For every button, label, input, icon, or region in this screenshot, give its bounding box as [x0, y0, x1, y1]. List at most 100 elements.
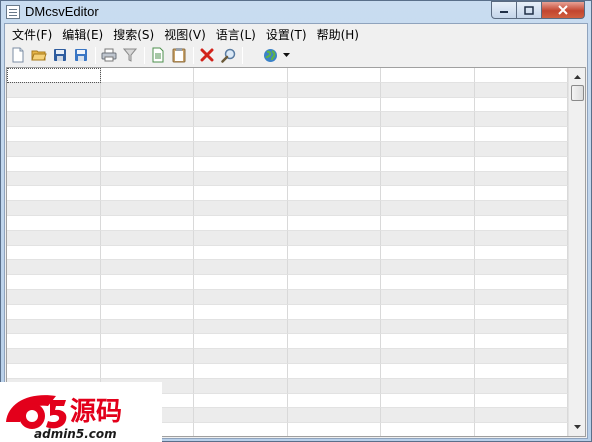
- table-cell[interactable]: [474, 97, 568, 113]
- find-button[interactable]: [218, 45, 238, 65]
- table-row[interactable]: [7, 82, 569, 98]
- table-cell[interactable]: [7, 275, 101, 290]
- table-cell[interactable]: [287, 97, 381, 113]
- table-cell[interactable]: [100, 201, 194, 216]
- menu-settings[interactable]: 设置(T): [261, 26, 312, 43]
- table-cell[interactable]: [7, 363, 101, 379]
- table-cell[interactable]: [7, 304, 101, 320]
- table-cell[interactable]: [7, 68, 101, 83]
- table-row[interactable]: [7, 215, 569, 231]
- table-cell[interactable]: [194, 393, 288, 409]
- table-cell[interactable]: [194, 319, 288, 335]
- table-cell[interactable]: [287, 171, 381, 187]
- table-cell[interactable]: [7, 97, 101, 113]
- table-cell[interactable]: [381, 363, 475, 379]
- save-button[interactable]: [50, 45, 70, 65]
- table-cell[interactable]: [381, 245, 475, 261]
- scroll-down-button[interactable]: [569, 419, 585, 436]
- table-cell[interactable]: [194, 245, 288, 261]
- table-cell[interactable]: [474, 363, 568, 379]
- table-cell[interactable]: [474, 260, 568, 276]
- table-cell[interactable]: [381, 201, 475, 216]
- table-cell[interactable]: [100, 127, 194, 142]
- table-cell[interactable]: [7, 141, 101, 157]
- table-cell[interactable]: [100, 112, 194, 128]
- table-cell[interactable]: [7, 171, 101, 187]
- close-button[interactable]: [542, 1, 585, 19]
- table-cell[interactable]: [100, 363, 194, 379]
- paste-button[interactable]: [169, 45, 189, 65]
- table-cell[interactable]: [287, 304, 381, 320]
- table-cell[interactable]: [474, 127, 568, 142]
- table-cell[interactable]: [474, 245, 568, 261]
- table-cell[interactable]: [381, 127, 475, 142]
- table-cell[interactable]: [194, 68, 288, 83]
- table-cell[interactable]: [7, 319, 101, 335]
- table-cell[interactable]: [474, 230, 568, 246]
- table-cell[interactable]: [194, 127, 288, 142]
- table-cell[interactable]: [100, 334, 194, 350]
- table-cell[interactable]: [287, 289, 381, 305]
- table-cell[interactable]: [474, 141, 568, 157]
- table-cell[interactable]: [194, 171, 288, 187]
- table-cell[interactable]: [381, 141, 475, 157]
- open-button[interactable]: [29, 45, 49, 65]
- table-cell[interactable]: [100, 289, 194, 305]
- language-button[interactable]: [260, 45, 280, 65]
- table-cell[interactable]: [194, 186, 288, 202]
- table-row[interactable]: [7, 186, 569, 202]
- table-row[interactable]: [7, 289, 569, 305]
- language-dropdown-button[interactable]: [281, 45, 291, 65]
- table-cell[interactable]: [100, 245, 194, 261]
- table-cell[interactable]: [474, 82, 568, 98]
- table-cell[interactable]: [381, 230, 475, 246]
- table-cell[interactable]: [381, 156, 475, 172]
- table-cell[interactable]: [287, 156, 381, 172]
- table-cell[interactable]: [287, 82, 381, 98]
- table-cell[interactable]: [381, 260, 475, 276]
- table-row[interactable]: [7, 275, 569, 290]
- table-cell[interactable]: [100, 171, 194, 187]
- table-row[interactable]: [7, 319, 569, 335]
- table-cell[interactable]: [287, 230, 381, 246]
- table-cell[interactable]: [7, 201, 101, 216]
- menu-edit[interactable]: 编辑(E): [57, 26, 108, 43]
- title-bar[interactable]: DMcsvEditor: [1, 1, 591, 22]
- table-cell[interactable]: [100, 349, 194, 364]
- table-cell[interactable]: [100, 260, 194, 276]
- table-row[interactable]: [7, 304, 569, 320]
- table-cell[interactable]: [194, 215, 288, 231]
- table-cell[interactable]: [100, 215, 194, 231]
- table-cell[interactable]: [381, 319, 475, 335]
- table-cell[interactable]: [100, 141, 194, 157]
- table-row[interactable]: [7, 334, 569, 350]
- table-cell[interactable]: [381, 304, 475, 320]
- table-cell[interactable]: [194, 304, 288, 320]
- table-cell[interactable]: [194, 378, 288, 394]
- menu-view[interactable]: 视图(V): [159, 26, 211, 43]
- table-cell[interactable]: [194, 363, 288, 379]
- table-cell[interactable]: [194, 82, 288, 98]
- table-cell[interactable]: [287, 186, 381, 202]
- table-cell[interactable]: [287, 201, 381, 216]
- new-button[interactable]: [8, 45, 28, 65]
- table-cell[interactable]: [474, 319, 568, 335]
- table-cell[interactable]: [194, 260, 288, 276]
- maximize-button[interactable]: [517, 1, 542, 19]
- table-cell[interactable]: [474, 289, 568, 305]
- table-cell[interactable]: [474, 171, 568, 187]
- table-cell[interactable]: [381, 334, 475, 350]
- table-cell[interactable]: [287, 141, 381, 157]
- save-as-button[interactable]: [71, 45, 91, 65]
- table-cell[interactable]: [474, 275, 568, 290]
- scroll-thumb[interactable]: [571, 85, 584, 101]
- filter-button[interactable]: [120, 45, 140, 65]
- table-row[interactable]: [7, 171, 569, 187]
- table-cell[interactable]: [288, 423, 381, 436]
- table-row[interactable]: [7, 230, 569, 246]
- table-cell[interactable]: [7, 349, 101, 364]
- table-row[interactable]: [7, 97, 569, 113]
- table-cell[interactable]: [474, 112, 568, 128]
- table-cell[interactable]: [287, 112, 381, 128]
- table-cell[interactable]: [287, 393, 381, 409]
